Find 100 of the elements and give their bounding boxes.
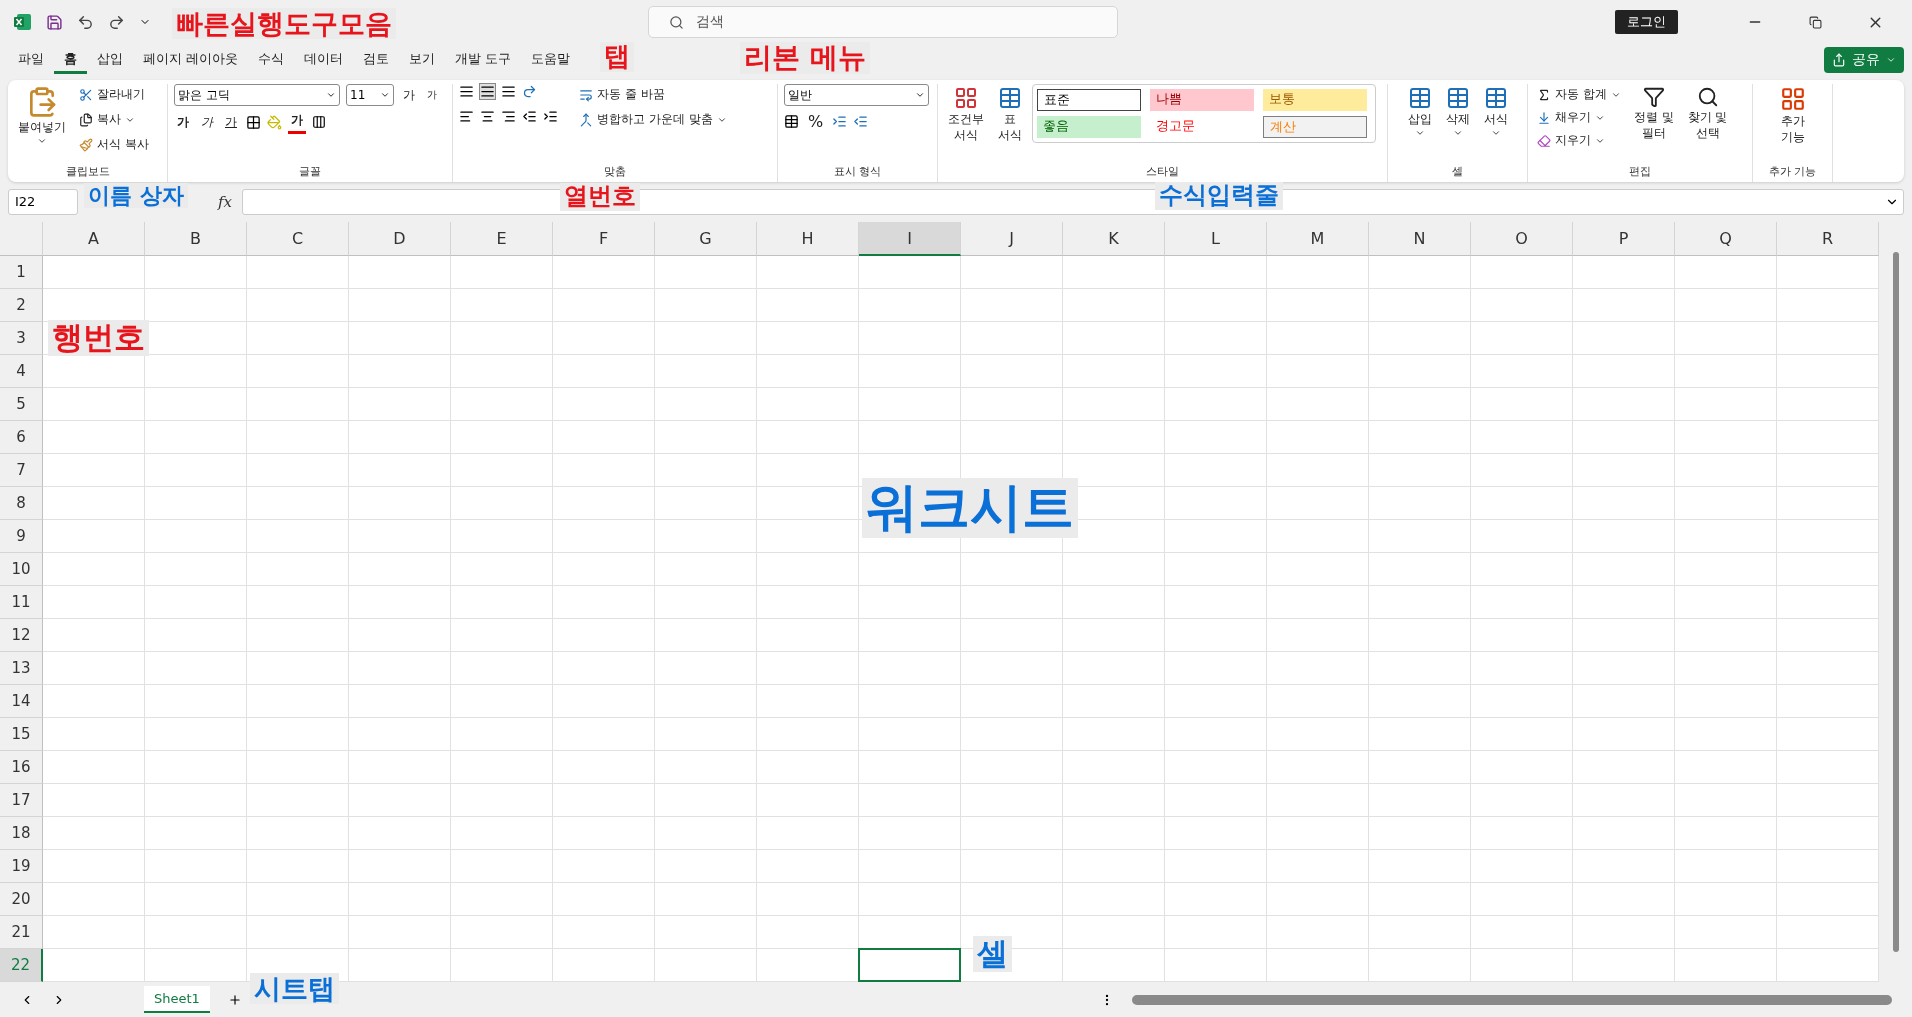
row-header[interactable]: 6 — [0, 421, 43, 454]
bold-button[interactable]: 가 — [174, 111, 192, 133]
share-button[interactable]: 공유 — [1824, 47, 1904, 73]
autosum-button[interactable]: 자동 합계 — [1534, 84, 1624, 105]
cut-button[interactable]: 잘라내기 — [76, 84, 152, 105]
column-header[interactable]: H — [757, 222, 859, 256]
row-header[interactable]: 15 — [0, 718, 43, 751]
column-header[interactable]: L — [1165, 222, 1267, 256]
shrink-font-button[interactable]: 가 — [424, 86, 440, 104]
cells-button[interactable]: 삭제 — [1441, 84, 1474, 141]
ribbon-tab[interactable]: 홈 — [54, 46, 87, 74]
top-align-icon[interactable] — [459, 84, 474, 99]
column-header[interactable]: F — [553, 222, 655, 256]
redo-icon[interactable] — [108, 13, 125, 31]
selected-cell[interactable] — [858, 948, 961, 982]
vertical-scrollbar[interactable] — [1892, 252, 1899, 952]
row-header[interactable]: 8 — [0, 487, 43, 520]
middle-align-icon[interactable] — [480, 84, 495, 99]
underline-button[interactable]: 가 — [222, 111, 240, 133]
row-header[interactable]: 19 — [0, 850, 43, 883]
column-header[interactable]: Q — [1675, 222, 1777, 256]
column-header[interactable]: O — [1471, 222, 1573, 256]
row-header[interactable]: 2 — [0, 289, 43, 322]
increase-indent-icon[interactable] — [543, 109, 558, 124]
clear-button[interactable]: 지우기 — [1534, 130, 1624, 151]
row-header[interactable]: 7 — [0, 454, 43, 487]
row-header[interactable]: 3 — [0, 322, 43, 355]
ribbon-tab[interactable]: 도움말 — [521, 46, 581, 74]
align-center-icon[interactable] — [480, 109, 495, 124]
font-size-dropdown[interactable]: 11 — [346, 84, 394, 106]
row-header[interactable]: 9 — [0, 520, 43, 553]
column-header[interactable]: P — [1573, 222, 1675, 256]
undo-icon[interactable] — [77, 13, 94, 31]
sheet-tab[interactable]: Sheet1 — [144, 986, 210, 1013]
ribbon-tab[interactable]: 데이터 — [294, 46, 354, 74]
conditional-format-button[interactable]: 조건부 서식 — [944, 84, 988, 145]
ribbon-tab[interactable]: 수식 — [248, 46, 295, 74]
cell-style-option[interactable]: 보통 — [1263, 89, 1367, 111]
number-format-dropdown[interactable]: 일반 — [784, 84, 929, 106]
ribbon-tab[interactable]: 개발 도구 — [445, 46, 522, 74]
column-header[interactable]: D — [349, 222, 451, 256]
column-header[interactable]: A — [43, 222, 145, 256]
paste-button[interactable]: 붙여넣기 — [14, 84, 70, 149]
percent-button[interactable]: % — [805, 110, 827, 133]
cells-button[interactable]: 서식 — [1479, 84, 1512, 141]
row-header[interactable]: 14 — [0, 685, 43, 718]
italic-button[interactable]: 가 — [198, 111, 216, 133]
row-header[interactable]: 11 — [0, 586, 43, 619]
login-button[interactable]: 로그인 — [1615, 10, 1678, 34]
row-header[interactable]: 20 — [0, 883, 43, 916]
format-painter-button[interactable]: 서식 복사 — [76, 134, 152, 155]
column-header[interactable]: I — [859, 222, 961, 256]
column-header[interactable]: R — [1777, 222, 1879, 256]
row-header[interactable]: 16 — [0, 751, 43, 784]
fill-button[interactable]: 채우기 — [1534, 107, 1624, 128]
row-header[interactable]: 17 — [0, 784, 43, 817]
grow-font-button[interactable]: 가 — [400, 84, 418, 106]
ribbon-tab[interactable]: 삽입 — [87, 46, 133, 74]
row-header[interactable]: 18 — [0, 817, 43, 850]
cell-style-option[interactable]: 좋음 — [1037, 116, 1141, 138]
column-header[interactable]: C — [247, 222, 349, 256]
row-header[interactable]: 4 — [0, 355, 43, 388]
bottom-align-icon[interactable] — [501, 84, 516, 99]
sort-filter-button[interactable]: 정렬 및 필터 — [1629, 84, 1678, 143]
column-header[interactable]: N — [1369, 222, 1471, 256]
cell-style-option[interactable]: 표준 — [1037, 89, 1141, 111]
find-select-button[interactable]: 찾기 및 선택 — [1683, 84, 1732, 143]
align-right-icon[interactable] — [501, 109, 516, 124]
row-header[interactable]: 21 — [0, 916, 43, 949]
align-left-icon[interactable] — [459, 109, 474, 124]
merge-center-button[interactable]: 병합하고 가운데 맞춤 — [576, 109, 730, 130]
cells-button[interactable]: 삽입 — [1403, 84, 1436, 141]
row-header[interactable]: 13 — [0, 652, 43, 685]
column-header[interactable]: B — [145, 222, 247, 256]
font-name-dropdown[interactable]: 맑은 고딕 — [174, 84, 340, 106]
fill-color-icon[interactable] — [267, 114, 282, 130]
wrap-text-button[interactable]: 자동 줄 바꿈 — [576, 84, 730, 105]
column-header[interactable]: M — [1267, 222, 1369, 256]
column-header[interactable]: K — [1063, 222, 1165, 256]
format-table-button[interactable]: 표 서식 — [994, 84, 1026, 145]
add-sheet-icon[interactable] — [227, 992, 242, 1007]
horizontal-scrollbar[interactable] — [1132, 994, 1892, 1005]
column-header[interactable]: J — [961, 222, 1063, 256]
ribbon-tab[interactable]: 보기 — [399, 46, 446, 74]
row-header[interactable]: 22 — [0, 949, 43, 982]
column-header[interactable]: G — [655, 222, 757, 256]
column-header[interactable]: E — [451, 222, 553, 256]
decrease-indent-icon[interactable] — [522, 109, 537, 124]
row-header[interactable]: 12 — [0, 619, 43, 652]
cell-style-option[interactable]: 나쁨 — [1150, 89, 1254, 111]
copy-button[interactable]: 복사 — [76, 109, 152, 130]
search-field[interactable]: 검색 — [648, 6, 1118, 38]
name-box[interactable]: I22 — [8, 189, 78, 215]
font-color-button[interactable]: 가 — [288, 110, 306, 134]
restore-icon[interactable] — [1808, 15, 1822, 29]
ribbon-tab[interactable]: 검토 — [353, 46, 400, 74]
ribbon-tab[interactable]: 페이지 레이아웃 — [133, 46, 249, 74]
insert-function-label[interactable]: fx — [212, 193, 238, 211]
row-header[interactable]: 1 — [0, 256, 43, 289]
borders-icon[interactable] — [246, 114, 261, 130]
